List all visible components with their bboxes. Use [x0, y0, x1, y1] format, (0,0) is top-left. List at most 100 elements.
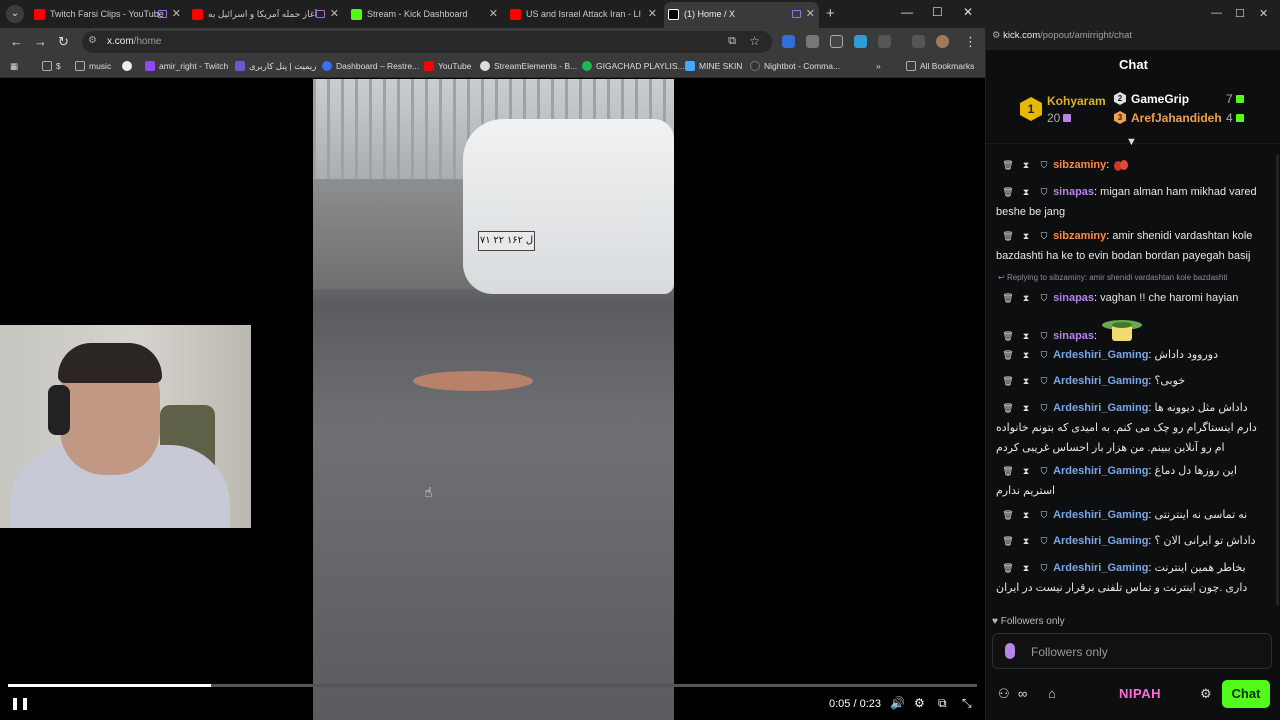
- close-icon[interactable]: ✕: [648, 7, 657, 20]
- chat-username[interactable]: sibzaminy: [1053, 159, 1106, 171]
- reply-context[interactable]: ↩ Replying to sibzaminy: amir shenidi va…: [998, 273, 1276, 282]
- delete-icon[interactable]: 🗑: [1002, 182, 1014, 202]
- bookmark-nightbot[interactable]: Nightbot - Comma...: [750, 61, 840, 71]
- bookmark-music[interactable]: music: [75, 61, 111, 71]
- chat-username[interactable]: sinapas: [1053, 186, 1094, 198]
- timeout-icon[interactable]: ⧗: [1020, 558, 1032, 578]
- timeout-icon[interactable]: ⧗: [1020, 288, 1032, 308]
- video-player[interactable]: ۷۱ ل ۱۶۲ ۲۲: [313, 79, 674, 720]
- tab-twitch-farsi-clips[interactable]: Twitch Farsi Clips - YouTube ✕: [30, 2, 185, 28]
- leader-name[interactable]: GameGrip: [1131, 92, 1189, 106]
- volume-icon[interactable]: 🔊: [890, 696, 905, 710]
- chat-scrollbar[interactable]: [1276, 155, 1279, 605]
- tab-iran-attack-news[interactable]: آغاز حمله آمریکا و اسرائیل به ✕: [188, 2, 343, 28]
- delete-icon[interactable]: 🗑: [1002, 155, 1014, 175]
- chat-username[interactable]: Ardeshiri_Gaming: [1053, 562, 1148, 574]
- apps-icon[interactable]: ▦: [10, 61, 18, 72]
- chat-send-button[interactable]: Chat: [1222, 680, 1270, 708]
- timeout-icon[interactable]: ⧗: [1020, 461, 1032, 481]
- extension-icon[interactable]: [854, 35, 867, 48]
- ban-icon[interactable]: ⛉: [1038, 182, 1050, 202]
- extension-icon[interactable]: [782, 35, 795, 48]
- nipah-badge[interactable]: NIPAH: [1119, 686, 1161, 701]
- chat-username[interactable]: Ardeshiri_Gaming: [1053, 402, 1148, 414]
- chat-username[interactable]: Ardeshiri_Gaming: [1053, 509, 1148, 521]
- chat-username[interactable]: sibzaminy: [1053, 230, 1106, 242]
- more-bookmarks-icon[interactable]: »: [876, 61, 881, 71]
- ban-icon[interactable]: ⛉: [1038, 326, 1050, 346]
- bookmark-youtube[interactable]: YouTube: [424, 61, 471, 71]
- bookmark-twitch[interactable]: amir_right - Twitch: [145, 61, 228, 71]
- delete-icon[interactable]: 🗑: [1002, 288, 1014, 308]
- new-tab-button[interactable]: +: [826, 5, 835, 22]
- close-icon[interactable]: ✕: [806, 7, 815, 20]
- back-icon[interactable]: ←: [10, 34, 23, 49]
- address-bar[interactable]: ⚙ x.com/home ⧉ ☆: [82, 31, 772, 53]
- ban-icon[interactable]: ⛉: [1038, 461, 1050, 481]
- timeout-icon[interactable]: ⧗: [1020, 398, 1032, 418]
- close-icon[interactable]: ✕: [330, 7, 339, 20]
- media-control-icon[interactable]: [912, 35, 925, 48]
- minimize-icon[interactable]: —: [1211, 7, 1222, 19]
- collapse-pinned-icon[interactable]: ▼: [1126, 136, 1137, 148]
- chat-input[interactable]: Followers only: [992, 633, 1272, 669]
- site-info-icon[interactable]: ⚙: [88, 35, 97, 46]
- timeout-icon[interactable]: ⧗: [1020, 531, 1032, 551]
- forward-icon[interactable]: →: [34, 34, 47, 49]
- bookmark-streamelements[interactable]: StreamElements - B...: [480, 61, 577, 71]
- tab-kick-dashboard[interactable]: Stream - Kick Dashboard ✕: [347, 2, 502, 28]
- progress-bar[interactable]: [8, 684, 977, 687]
- all-bookmarks[interactable]: All Bookmarks: [906, 61, 974, 71]
- ban-icon[interactable]: ⛉: [1038, 398, 1050, 418]
- timeout-icon[interactable]: ⧗: [1020, 505, 1032, 525]
- delete-icon[interactable]: 🗑: [1002, 226, 1014, 246]
- close-window-icon[interactable]: ✕: [963, 5, 973, 19]
- bookmark-restream[interactable]: Dashboard – Restre...: [322, 61, 419, 71]
- puzzle-icon[interactable]: [878, 35, 891, 48]
- delete-icon[interactable]: 🗑: [1002, 326, 1014, 346]
- maximize-icon[interactable]: ☐: [1235, 7, 1245, 20]
- ban-icon[interactable]: ⛉: [1038, 371, 1050, 391]
- close-icon[interactable]: ✕: [489, 7, 498, 20]
- timeout-icon[interactable]: ⧗: [1020, 182, 1032, 202]
- timeout-icon[interactable]: ⧗: [1020, 345, 1032, 365]
- bookmark-dollar[interactable]: $: [42, 61, 61, 71]
- ban-icon[interactable]: ⛉: [1038, 345, 1050, 365]
- ban-icon[interactable]: ⛉: [1038, 226, 1050, 246]
- ban-icon[interactable]: ⛉: [1038, 155, 1050, 175]
- timeout-icon[interactable]: ⧗: [1020, 155, 1032, 175]
- chat-username[interactable]: sinapas: [1053, 292, 1094, 304]
- store-icon[interactable]: ⌂: [1048, 686, 1056, 701]
- settings-icon[interactable]: ⚙: [914, 696, 925, 710]
- delete-icon[interactable]: 🗑: [1002, 505, 1014, 525]
- bookmark-globe[interactable]: [122, 61, 136, 71]
- tab-search-icon[interactable]: ⌄: [6, 5, 24, 23]
- bookmark-mine-skin[interactable]: MINE SKIN: [685, 61, 742, 71]
- minimize-icon[interactable]: —: [901, 5, 913, 19]
- users-icon[interactable]: ⚇: [998, 686, 1010, 702]
- bookmark-star-icon[interactable]: ☆: [749, 34, 760, 48]
- maximize-icon[interactable]: ☐: [932, 5, 943, 19]
- delete-icon[interactable]: 🗑: [1002, 461, 1014, 481]
- extension-icon[interactable]: [806, 35, 819, 48]
- ban-icon[interactable]: ⛉: [1038, 505, 1050, 525]
- pip-icon[interactable]: ⧉: [938, 696, 947, 711]
- delete-icon[interactable]: 🗑: [1002, 345, 1014, 365]
- menu-icon[interactable]: ⋮: [964, 34, 977, 50]
- leader-name[interactable]: ArefJahandideh: [1131, 111, 1222, 125]
- tab-us-israel-attack-live[interactable]: US and Israel Attack Iran - LIVE ✕: [506, 2, 661, 28]
- tab-x-home[interactable]: (1) Home / X ✕: [664, 2, 819, 28]
- exit-fullscreen-icon[interactable]: ⤡: [962, 696, 972, 711]
- avatar[interactable]: [936, 35, 949, 48]
- chat-username[interactable]: Ardeshiri_Gaming: [1053, 349, 1148, 361]
- timeout-icon[interactable]: ⧗: [1020, 326, 1032, 346]
- infinity-icon[interactable]: ∞: [1018, 686, 1027, 701]
- timeout-icon[interactable]: ⧗: [1020, 226, 1032, 246]
- chat-username[interactable]: Ardeshiri_Gaming: [1053, 465, 1148, 477]
- ban-icon[interactable]: ⛉: [1038, 531, 1050, 551]
- reload-icon[interactable]: ↻: [58, 34, 69, 50]
- close-window-icon[interactable]: ✕: [1259, 7, 1268, 20]
- delete-icon[interactable]: 🗑: [1002, 371, 1014, 391]
- chat-username[interactable]: Ardeshiri_Gaming: [1053, 375, 1148, 387]
- chat-address[interactable]: ⚙ kick.com/popout/amirright/chat: [992, 30, 1132, 41]
